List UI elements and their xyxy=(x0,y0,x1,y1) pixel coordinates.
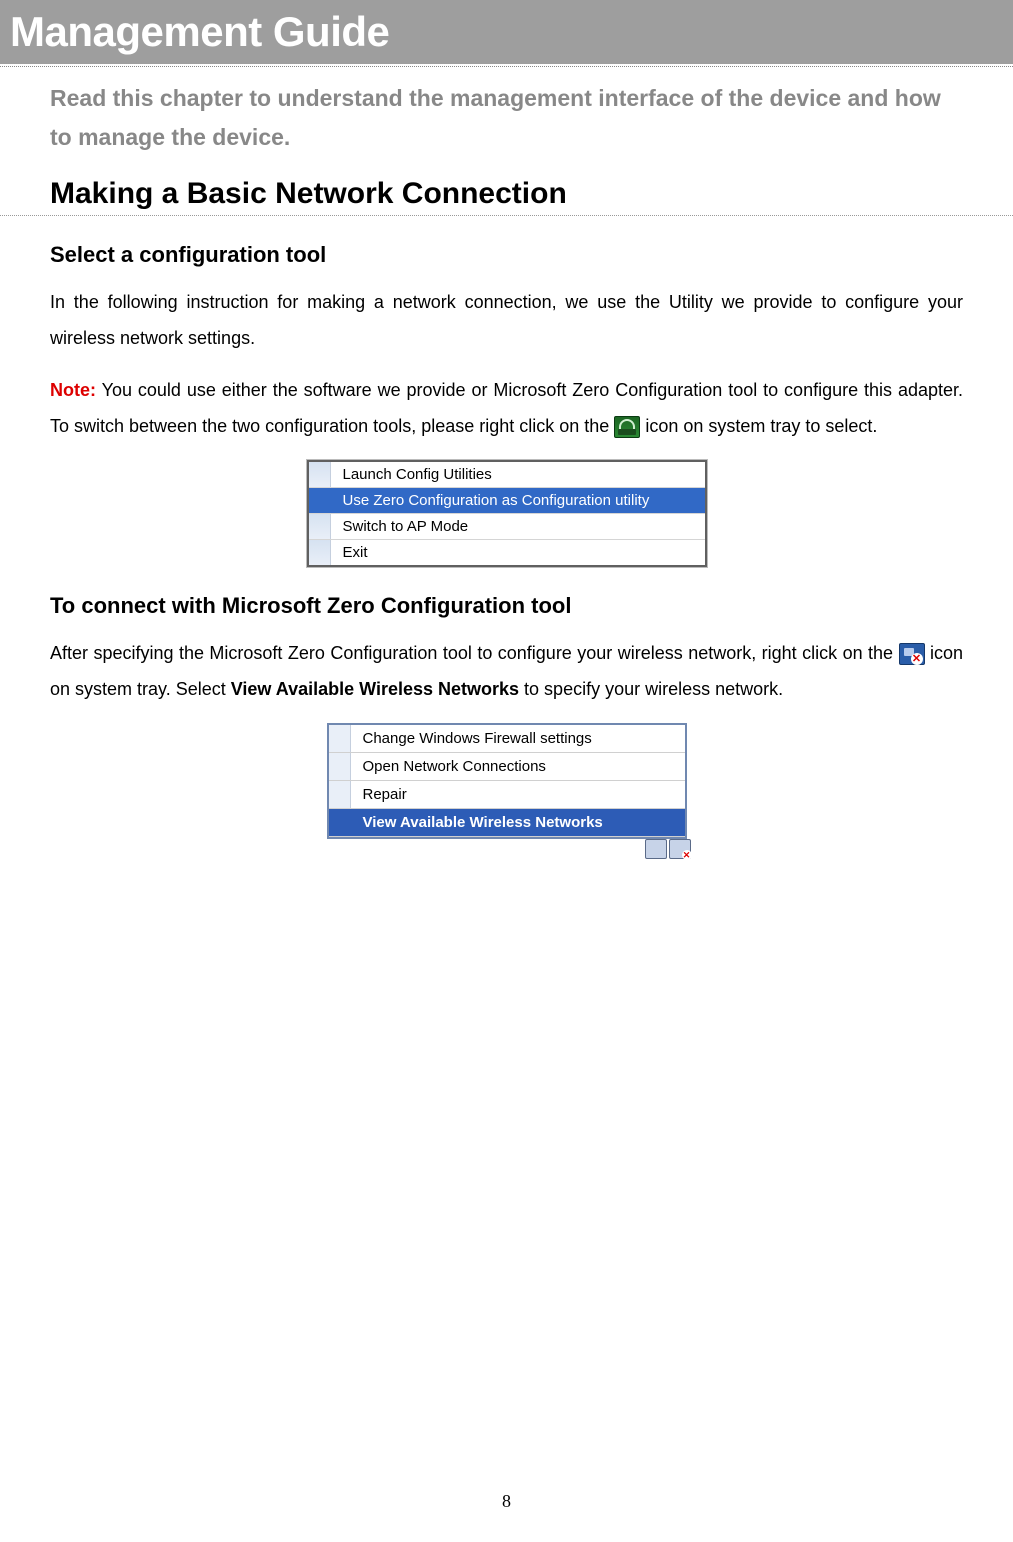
menu-item[interactable]: Launch Config Utilities xyxy=(309,462,705,488)
menu-strip xyxy=(309,488,331,513)
menu-item-label: Switch to AP Mode xyxy=(331,514,705,539)
menu-item[interactable]: Open Network Connections xyxy=(329,753,685,781)
menu-item[interactable]: Use Zero Configuration as Configuration … xyxy=(309,488,705,514)
para-text-3: to specify your wireless network. xyxy=(519,679,783,699)
note-text-2: icon on system tray to select. xyxy=(640,416,877,436)
menu-strip xyxy=(309,540,331,565)
menu-item-label: Exit xyxy=(331,540,705,565)
context-menu-screenshot-1: Launch Config Utilities Use Zero Configu… xyxy=(307,460,707,567)
menu-strip xyxy=(309,462,331,487)
subsection-title: Select a configuration tool xyxy=(50,242,963,268)
menu-item-label: Repair xyxy=(351,781,685,808)
para-text-1: After specifying the Microsoft Zero Conf… xyxy=(50,643,899,663)
section-title: Making a Basic Network Connection xyxy=(50,177,963,211)
subsection-title: To connect with Microsoft Zero Configura… xyxy=(50,593,963,619)
menu-item-label: Change Windows Firewall settings xyxy=(351,725,685,752)
tray-mini-icon xyxy=(645,839,667,859)
context-menu-screenshot-2: Change Windows Firewall settings Open Ne… xyxy=(327,723,687,839)
menu-strip xyxy=(329,809,351,836)
network-tray-icon xyxy=(899,643,925,665)
menu-strip xyxy=(329,781,351,808)
menu-item[interactable]: Switch to AP Mode xyxy=(309,514,705,540)
menu-item[interactable]: View Available Wireless Networks xyxy=(329,809,685,837)
divider xyxy=(0,215,1013,216)
menu-item[interactable]: Exit xyxy=(309,540,705,565)
menu-item[interactable]: Repair xyxy=(329,781,685,809)
tray-mini-icon xyxy=(669,839,691,859)
menu-item[interactable]: Change Windows Firewall settings xyxy=(329,725,685,753)
paragraph: After specifying the Microsoft Zero Conf… xyxy=(50,635,963,707)
note-paragraph: Note: You could use either the software … xyxy=(50,372,963,444)
paragraph: In the following instruction for making … xyxy=(50,284,963,356)
chapter-title: Management Guide xyxy=(10,8,389,55)
menu-item-label: Open Network Connections xyxy=(351,753,685,780)
menu-item-label: View Available Wireless Networks xyxy=(351,809,685,836)
chapter-title-bar: Management Guide xyxy=(0,0,1013,64)
divider xyxy=(0,66,1013,67)
menu-item-label: Launch Config Utilities xyxy=(331,462,705,487)
menu-strip xyxy=(329,753,351,780)
note-label: Note: xyxy=(50,380,96,400)
chapter-description: Read this chapter to understand the mana… xyxy=(50,79,963,157)
bold-phrase: View Available Wireless Networks xyxy=(231,679,519,699)
system-tray-icons xyxy=(645,839,691,859)
menu-strip xyxy=(329,725,351,752)
menu-strip xyxy=(309,514,331,539)
wireless-tray-icon xyxy=(614,416,640,438)
page-number: 8 xyxy=(0,1491,1013,1512)
menu-item-label: Use Zero Configuration as Configuration … xyxy=(331,488,705,513)
